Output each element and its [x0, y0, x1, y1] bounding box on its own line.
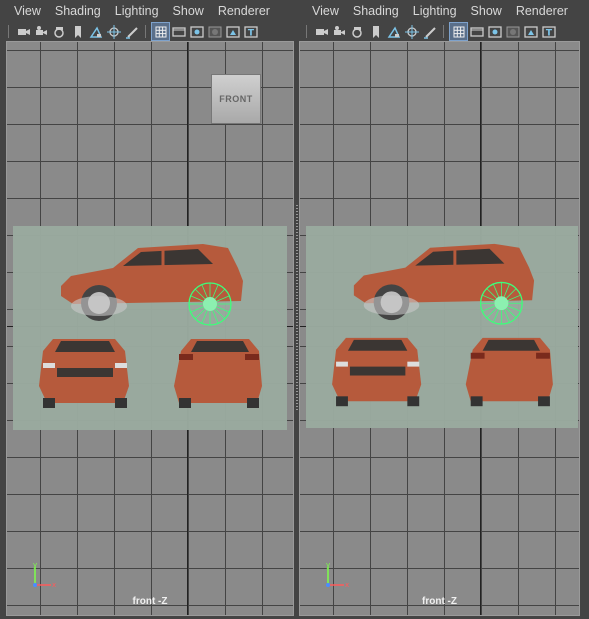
- car-reference-image: [39, 244, 262, 408]
- grease-pencil-icon[interactable]: [421, 23, 438, 40]
- viewport-panel-right: View Shading Lighting Show Renderer T y …: [298, 0, 589, 619]
- grease-pencil-icon[interactable]: [123, 23, 140, 40]
- toolbar-separator: [8, 25, 11, 38]
- safe-action-icon[interactable]: [224, 23, 241, 40]
- car-front-view: [39, 339, 129, 408]
- safe-action-icon[interactable]: [522, 23, 539, 40]
- axis-x-label: x: [345, 581, 349, 589]
- image-plane-icon[interactable]: [87, 23, 104, 40]
- toolbar-separator: [145, 25, 148, 38]
- camera-name-label: front -Z: [132, 596, 168, 607]
- look-through-icon[interactable]: [51, 23, 68, 40]
- menu-lighting[interactable]: Lighting: [101, 4, 159, 18]
- gate-mask-icon[interactable]: [504, 23, 521, 40]
- camera-icon[interactable]: [15, 23, 32, 40]
- film-gate-icon[interactable]: [468, 23, 485, 40]
- safe-title-icon[interactable]: T: [540, 23, 557, 40]
- bookmark-icon[interactable]: [367, 23, 384, 40]
- axis-gizmo: y x: [326, 561, 349, 589]
- car-front-view: [332, 337, 422, 407]
- axis-gizmo: y x: [33, 561, 56, 589]
- pan-zoom-icon[interactable]: [403, 23, 420, 40]
- axis-y-label: y: [33, 561, 37, 569]
- viewport-front-left[interactable]: FRONT y x front -Z: [6, 41, 294, 616]
- car-side-view: [61, 244, 243, 326]
- menu-view[interactable]: View: [0, 4, 41, 18]
- toolbar-separator: [306, 25, 309, 38]
- viewport-front-right[interactable]: y x front -Z: [299, 41, 580, 616]
- resolution-gate-icon[interactable]: [486, 23, 503, 40]
- menu-view[interactable]: View: [298, 4, 339, 18]
- grid-icon[interactable]: [449, 22, 468, 41]
- menu-lighting[interactable]: Lighting: [399, 4, 457, 18]
- panel-menubar: View Shading Lighting Show Renderer: [0, 0, 296, 22]
- look-through-icon[interactable]: [349, 23, 366, 40]
- menu-renderer[interactable]: Renderer: [204, 4, 270, 18]
- film-gate-icon[interactable]: [170, 23, 187, 40]
- view-cube-label: FRONT: [219, 94, 253, 104]
- pan-zoom-icon[interactable]: [105, 23, 122, 40]
- menu-shading[interactable]: Shading: [339, 4, 399, 18]
- svg-text:T: T: [545, 28, 552, 38]
- camera-name-label: front -Z: [422, 596, 457, 607]
- image-plane-icon[interactable]: [385, 23, 402, 40]
- panel-menubar: View Shading Lighting Show Renderer: [298, 0, 589, 22]
- menu-show[interactable]: Show: [457, 4, 502, 18]
- view-cube[interactable]: FRONT: [211, 74, 261, 124]
- car-reference-image: [332, 243, 553, 407]
- axis-x-label: x: [52, 581, 56, 589]
- camera-icon[interactable]: [313, 23, 330, 40]
- toolbar-separator: [443, 25, 446, 38]
- svg-text:T: T: [247, 28, 254, 38]
- bookmark-icon[interactable]: [69, 23, 86, 40]
- panel-toolbar: T: [298, 22, 589, 41]
- grid-icon[interactable]: [151, 22, 170, 41]
- gate-mask-icon[interactable]: [206, 23, 223, 40]
- menu-shading[interactable]: Shading: [41, 4, 101, 18]
- menu-renderer[interactable]: Renderer: [502, 4, 568, 18]
- viewport-panel-left: View Shading Lighting Show Renderer T FR…: [0, 0, 296, 619]
- camera-attributes-icon[interactable]: [33, 23, 50, 40]
- menu-show[interactable]: Show: [159, 4, 204, 18]
- axis-y-label: y: [326, 561, 330, 569]
- car-rear-view: [174, 339, 262, 408]
- car-rear-view: [465, 337, 553, 407]
- safe-title-icon[interactable]: T: [242, 23, 259, 40]
- resolution-gate-icon[interactable]: [188, 23, 205, 40]
- car-side-view: [353, 243, 535, 325]
- panel-toolbar: T: [0, 22, 296, 41]
- camera-attributes-icon[interactable]: [331, 23, 348, 40]
